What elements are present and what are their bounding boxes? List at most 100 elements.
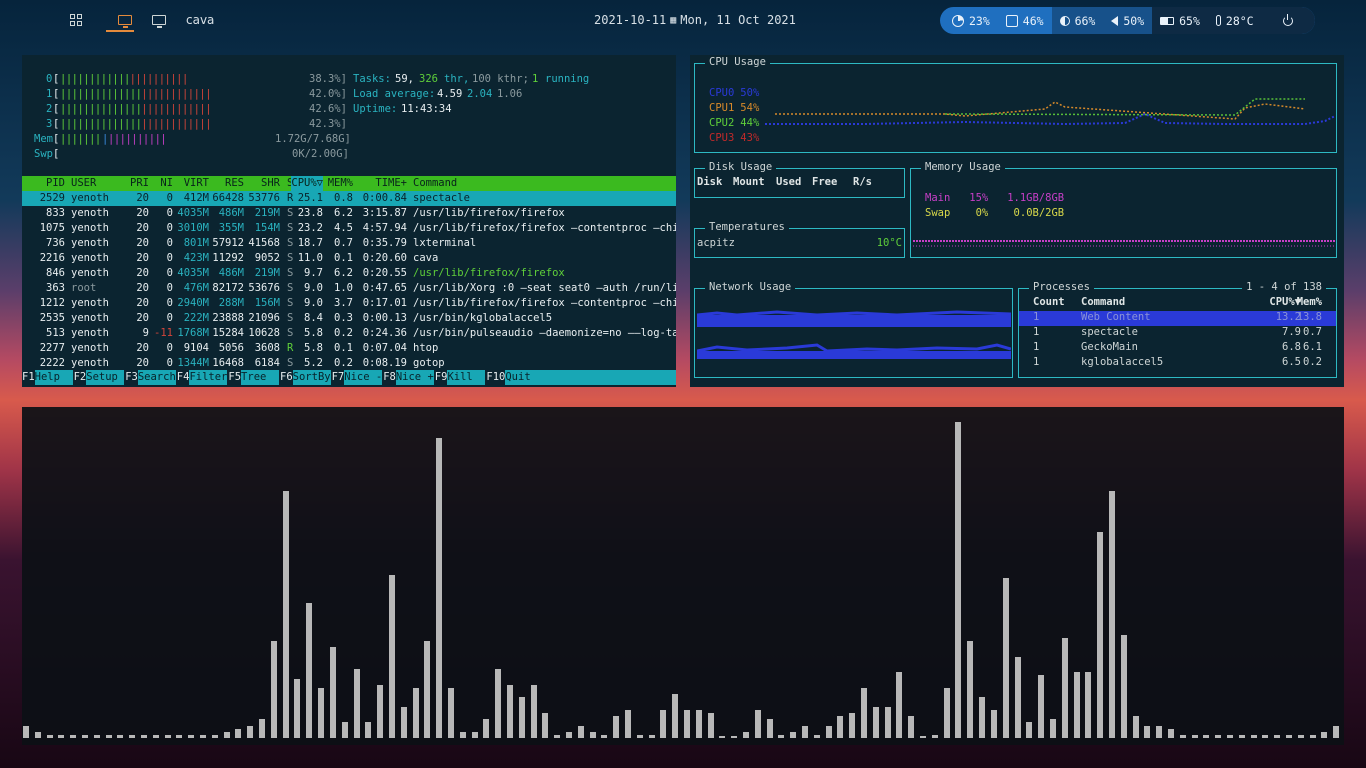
- process-cell: 13.8: [1296, 311, 1322, 323]
- table-row[interactable]: 1212 yenoth 20 0 2940M 288M 156M S 9.0 3.7 0:17.01…: [22, 296, 676, 311]
- network-usage-title: Network Usage: [705, 281, 796, 293]
- process-cell: 6.1: [1303, 341, 1322, 353]
- process-row[interactable]: 1 kglobalaccel5 6.5 0.2: [1019, 356, 1336, 371]
- fkey-sortby[interactable]: F6SortBy: [280, 370, 331, 385]
- cell-cpu: 11.0: [297, 252, 323, 264]
- fkey-help[interactable]: F1Help: [22, 370, 73, 385]
- cava-bar: [542, 712, 549, 738]
- htop-col-command[interactable]: Command: [413, 176, 457, 191]
- table-row[interactable]: 363 root 20 0 476M 82172 53676 S 9.0 1.0 0:47.65/u…: [22, 281, 676, 296]
- disk-col-rs[interactable]: R/s: [853, 176, 872, 188]
- processes-header[interactable]: Count Command CPU%▼ Mem%: [1019, 296, 1336, 311]
- table-row[interactable]: 2529 yenoth 20 0 412M 66428 53776 R 25.1 0.8 0:00.…: [22, 191, 676, 206]
- table-row[interactable]: 736 yenoth 20 0 801M 57912 41568 S 18.7 0.7 0:35.7…: [22, 236, 676, 251]
- brightness-value: 66%: [1074, 13, 1096, 28]
- temperature-value: 28°C: [1225, 13, 1254, 28]
- active-window-monitor-icon[interactable]: [118, 15, 132, 28]
- clock[interactable]: 2021-10-11 ▦ Mon, 11 Oct 2021: [594, 0, 796, 40]
- table-row[interactable]: 846 yenoth 20 0 4035M 486M 219M S 9.7 6.2 0:20.55 /…: [22, 266, 676, 281]
- disk-col-free[interactable]: Free: [812, 176, 837, 188]
- power-button[interactable]: [1261, 7, 1315, 34]
- proc-col-mem[interactable]: Mem%: [1297, 296, 1322, 308]
- disk-col-used[interactable]: Used: [776, 176, 801, 188]
- fkey-kill[interactable]: F9Kill: [435, 370, 486, 385]
- monitor-icon[interactable]: [152, 15, 166, 28]
- apps-grid-icon[interactable]: [70, 14, 82, 26]
- cava-bar: [1097, 531, 1104, 738]
- cava-bar: [377, 684, 384, 738]
- memory-indicator[interactable]: 46%: [998, 7, 1052, 34]
- volume-indicator[interactable]: 50%: [1103, 7, 1153, 34]
- cpu-pie-icon: [952, 14, 964, 27]
- htop-col-pri[interactable]: PRI: [130, 176, 149, 191]
- proc-col-count[interactable]: Count: [1033, 296, 1065, 308]
- process-row[interactable]: 1 spectacle 7.9 0.7: [1019, 326, 1336, 341]
- cava-bar: [129, 734, 136, 738]
- disk-col-mount[interactable]: Mount: [733, 176, 765, 188]
- cpu-indicator[interactable]: 23%: [940, 7, 998, 34]
- htop-terminal[interactable]: 0[|||||||||||| |||||||||| 38.3%] 1[||||||||…: [22, 55, 676, 387]
- fkey-filter[interactable]: F4Filter: [177, 370, 228, 385]
- cava-bar: [270, 641, 277, 738]
- cell-cpu: 5.2: [304, 357, 323, 369]
- htop-col-ni[interactable]: NI: [160, 176, 173, 191]
- table-row[interactable]: 2535 yenoth 20 0 222M 23888 21096 S 8.4 0.3 0:00.1…: [22, 311, 676, 326]
- disk-col-disk[interactable]: Disk: [697, 176, 722, 188]
- cell-s: R: [287, 342, 294, 354]
- process-row[interactable]: 1 Web Content 13.2 13.8: [1019, 311, 1336, 326]
- temperature-indicator[interactable]: 28°C: [1207, 7, 1262, 34]
- cell-s: S: [287, 267, 294, 279]
- cell-pri: 20: [136, 222, 149, 234]
- cell-command: cava: [413, 252, 439, 264]
- htop-col-mem[interactable]: MEM%: [328, 176, 353, 191]
- htop-uptime-line: Uptime: 11:43:34: [353, 103, 452, 115]
- cava-bar: [1262, 734, 1269, 738]
- cava-bar: [884, 706, 891, 738]
- htop-col-res[interactable]: RES: [225, 176, 244, 191]
- table-row[interactable]: 833 yenoth 20 0 4035M 486M 219M S 23.8 6.2 3:15.87…: [22, 206, 676, 221]
- cell-pid: 736: [46, 237, 65, 249]
- fkey-label: Help: [34, 370, 73, 385]
- table-row[interactable]: 2222 yenoth 20 0 1344M 16468 6184 S 5.2 0.2 0:08.1…: [22, 356, 676, 371]
- htop-col-shr[interactable]: SHR: [261, 176, 280, 191]
- cell-shr: 41568: [248, 237, 280, 249]
- cell-shr: 53776: [248, 192, 280, 204]
- cava-bar: [1061, 637, 1068, 738]
- htop-col-pid[interactable]: PID: [46, 176, 65, 191]
- battery-indicator[interactable]: 65%: [1152, 7, 1208, 34]
- cpu-usage-title: CPU Usage: [705, 56, 770, 68]
- cava-bar: [766, 719, 773, 738]
- fkey-search[interactable]: F3Search: [125, 370, 176, 385]
- cell-pid: 2277: [39, 342, 65, 354]
- fkey-setup[interactable]: F2Setup: [74, 370, 125, 385]
- gotop-terminal[interactable]: CPU Usage CPU0 50% CPU1 54% CPU2 44% CPU3 43% D…: [690, 55, 1344, 387]
- cell-virt: 1344M: [177, 357, 209, 369]
- fkey-tree[interactable]: F5Tree: [228, 370, 279, 385]
- htop-column-header[interactable]: PID USER PRI NI VIRT RES SHR S CPU%▽ MEM% TIME+ Com…: [22, 176, 676, 191]
- process-row[interactable]: 1 GeckoMain 6.8 6.1: [1019, 341, 1336, 356]
- fkey-nice[interactable]: F8Nice +: [383, 370, 434, 385]
- swap-meter-value: 0K/2.00G]: [292, 148, 349, 160]
- cell-command: /usr/lib/Xorg :0 —seat seat0 —auth /run/…: [413, 282, 676, 294]
- table-row[interactable]: 2277 yenoth 20 0 9104 5056 3608 R 5.8 0.1 0:07.04 h…: [22, 341, 676, 356]
- htop-col-time[interactable]: TIME+: [375, 176, 407, 191]
- table-row[interactable]: 2216 yenoth 20 0 423M 11292 9052 S 11.0 0.1 0:20.6…: [22, 251, 676, 266]
- table-row[interactable]: 513 yenoth 9 -11 1768M 15284 10628 S 5.8 0.2 0:24.…: [22, 326, 676, 341]
- htop-col-cpu[interactable]: CPU%▽: [291, 176, 323, 191]
- htop-col-user[interactable]: USER: [71, 176, 96, 191]
- cell-pid: 1212: [39, 297, 65, 309]
- table-row[interactable]: 1075 yenoth 20 0 3010M 355M 154M S 23.2 4.5 4:57.9…: [22, 221, 676, 236]
- cell-res: 486M: [218, 207, 244, 219]
- fkey-label: Nice +: [395, 370, 434, 385]
- active-window-indicator: [106, 30, 134, 32]
- cell-time: 3:15.87: [362, 207, 407, 219]
- htop-tasks-line: Tasks: 59, 326 thr, 100 kthr; 1 running: [353, 73, 590, 85]
- fkey-nice[interactable]: F7Nice -: [332, 370, 383, 385]
- proc-col-command[interactable]: Command: [1081, 296, 1125, 308]
- htop-col-virt[interactable]: VIRT: [184, 176, 209, 191]
- brightness-indicator[interactable]: 66%: [1051, 7, 1104, 34]
- cpu-legend-item: CPU1 54%: [709, 101, 759, 116]
- fkey-quit[interactable]: F10Quit: [486, 370, 676, 385]
- process-cell: 1: [1033, 341, 1040, 353]
- cell-ni: 0: [166, 252, 173, 264]
